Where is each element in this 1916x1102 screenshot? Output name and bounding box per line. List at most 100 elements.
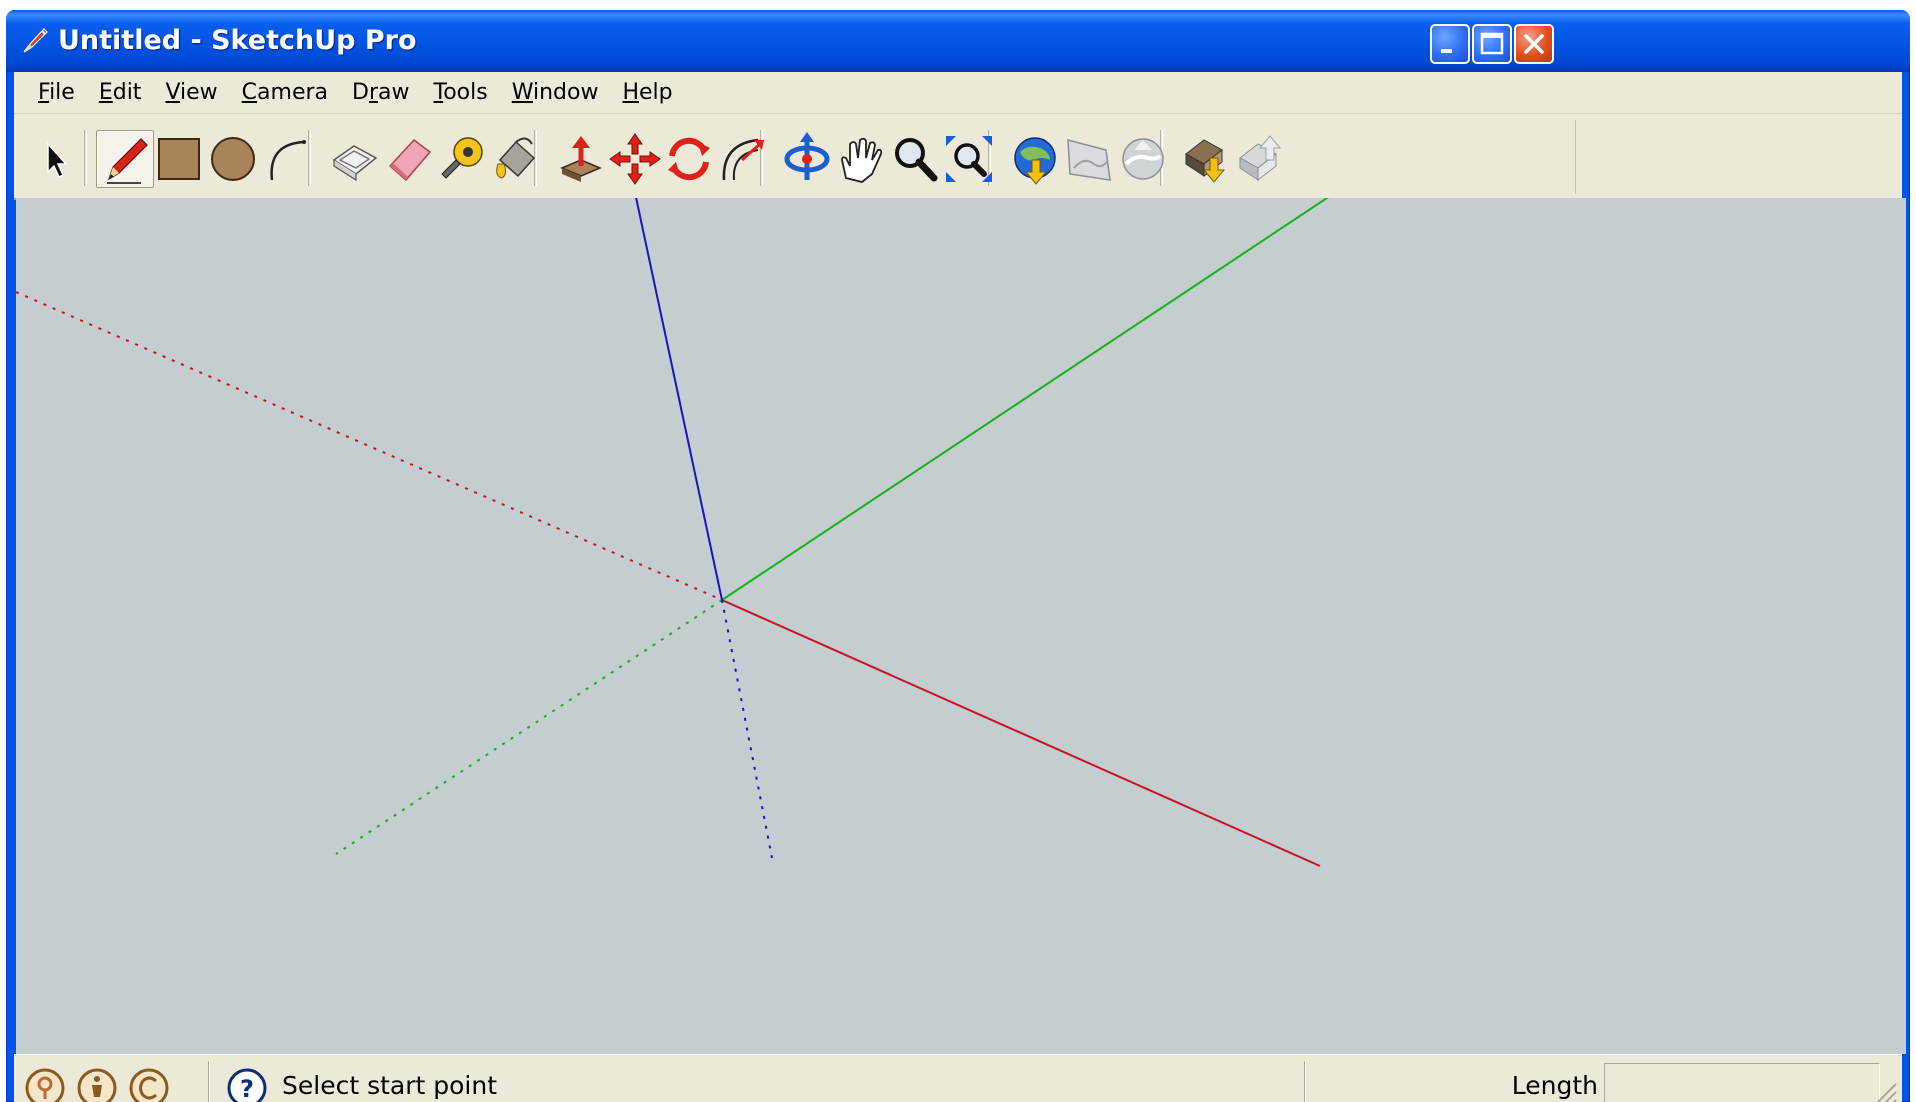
get-current-view-button[interactable] [1006, 130, 1064, 188]
close-icon [1524, 34, 1544, 54]
orbit-icon [784, 132, 830, 180]
tape-measure-tool-button[interactable] [434, 130, 492, 188]
drawing-viewport[interactable] [16, 198, 1906, 1054]
menu-label: indow [532, 79, 599, 105]
zoom-extents-tool-button[interactable] [940, 130, 998, 188]
magnifier-icon [895, 138, 938, 182]
status-bar: ? Select start point Length [14, 1054, 1902, 1102]
place-model-button[interactable] [1114, 130, 1172, 188]
menu-mnemonic: H [622, 79, 640, 105]
menu-label: iew [180, 79, 218, 105]
red-axis-positive [721, 599, 1321, 867]
status-separator [1304, 1061, 1306, 1102]
pencil-icon [107, 138, 148, 184]
menu-label: D [352, 79, 369, 105]
pan-tool-button[interactable] [832, 130, 890, 188]
rectangle-tool-button[interactable] [150, 130, 208, 188]
menu-mnemonic: E [98, 79, 113, 105]
red-axis-negative [16, 291, 723, 601]
credits-icon[interactable] [76, 1067, 118, 1102]
terrain-icon [1067, 139, 1111, 181]
paint-bucket-tool-button[interactable] [488, 130, 546, 188]
move-arrows-icon [609, 133, 661, 185]
arrow-cursor-icon [47, 142, 68, 179]
minimize-button[interactable] [1430, 24, 1470, 64]
title-bar[interactable]: Untitled - SketchUp Pro [6, 10, 1910, 72]
move-tool-button[interactable] [606, 130, 664, 188]
get-models-button[interactable] [1178, 130, 1236, 188]
svg-text:?: ? [240, 1075, 254, 1102]
offset-icon [722, 138, 764, 181]
eraser-tool-button[interactable] [380, 130, 438, 188]
push-pull-tool-button[interactable] [552, 130, 610, 188]
rectangle-icon [158, 138, 200, 180]
menu-mnemonic: T [433, 79, 444, 105]
toolbar [14, 114, 1902, 200]
blue-axis-positive [635, 198, 723, 601]
menu-window[interactable]: Window [500, 75, 611, 111]
vcb-label: Length [1511, 1071, 1598, 1100]
maximize-button[interactable] [1472, 24, 1512, 64]
menu-mnemonic: F [38, 79, 50, 105]
copyright-icon[interactable] [128, 1067, 170, 1102]
zoom-extents-icon [946, 136, 992, 182]
menu-mnemonic: W [511, 79, 533, 105]
arc-tool-button[interactable] [258, 130, 316, 188]
geo-location-icon[interactable] [24, 1067, 66, 1102]
maximize-icon [1480, 32, 1504, 55]
menu-draw[interactable]: Draw [340, 75, 421, 111]
menu-edit[interactable]: Edit [87, 75, 154, 111]
green-axis-negative [335, 599, 723, 855]
menu-label: ile [49, 79, 75, 105]
window-title: Untitled - SketchUp Pro [58, 25, 417, 56]
menu-label: ools [443, 79, 488, 105]
toolbar-separator [84, 130, 87, 186]
blue-axis-negative [721, 599, 773, 859]
menu-mnemonic: r [368, 79, 379, 105]
component-box-icon [332, 145, 378, 182]
menu-view[interactable]: View [153, 75, 229, 111]
house-download-icon [1185, 139, 1226, 183]
sketchup-window: Untitled - SketchUp Pro File Edit View C… [6, 10, 1910, 1102]
menu-label: elp [639, 79, 673, 105]
arc-icon [270, 140, 306, 181]
axes-canvas [16, 198, 1329, 867]
paint-bucket-icon [496, 137, 536, 179]
select-tool-button[interactable] [26, 130, 84, 188]
sketchup-app-icon [23, 28, 48, 53]
menu-tools[interactable]: Tools [422, 75, 500, 111]
eraser-icon [388, 138, 432, 182]
status-separator [208, 1061, 210, 1102]
hand-icon [841, 137, 883, 183]
menu-camera[interactable]: Camera [230, 75, 340, 111]
zoom-tool-button[interactable] [886, 130, 944, 188]
menu-file[interactable]: File [26, 75, 87, 111]
rotate-icon [668, 137, 710, 181]
status-hint: Select start point [282, 1071, 498, 1100]
menu-label: dit [112, 79, 142, 105]
share-model-button[interactable] [1232, 130, 1290, 188]
offset-tool-button[interactable] [714, 130, 772, 188]
green-axis-positive [721, 198, 1329, 601]
menu-mnemonic: V [165, 79, 181, 105]
house-upload-icon [1239, 135, 1282, 182]
resize-grip-icon[interactable] [1864, 1076, 1898, 1102]
circle-tool-button[interactable] [204, 130, 262, 188]
measurements-input[interactable] [1604, 1063, 1880, 1102]
circle-icon [211, 137, 255, 181]
globe-download-icon [1014, 137, 1056, 185]
orbit-tool-button[interactable] [778, 130, 836, 188]
minimize-icon [1441, 49, 1452, 53]
close-button[interactable] [1514, 24, 1554, 64]
globe-upload-icon [1122, 138, 1164, 180]
rotate-tool-button[interactable] [660, 130, 718, 188]
menu-label: amera [257, 79, 329, 105]
make-component-tool-button[interactable] [326, 130, 384, 188]
help-icon[interactable]: ? [226, 1067, 268, 1102]
toggle-terrain-button[interactable] [1060, 130, 1118, 188]
push-pull-icon [560, 136, 602, 182]
menu-help[interactable]: Help [610, 75, 684, 111]
menu-label: aw [378, 79, 410, 105]
getting-started-toolbar [26, 120, 1576, 194]
line-tool-button[interactable] [96, 130, 154, 188]
